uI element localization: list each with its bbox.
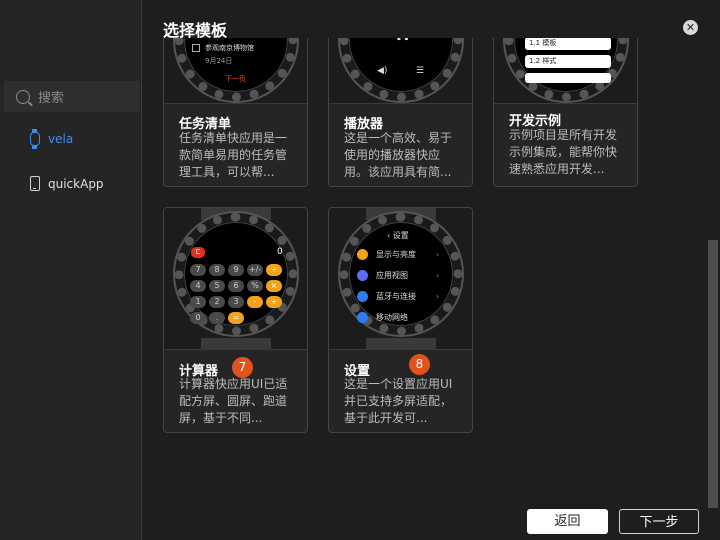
calc-key: 9	[228, 264, 244, 276]
calc-key: 1	[190, 296, 206, 308]
pause-icon: ❚❚	[395, 38, 410, 41]
preview-date: 9月24日	[205, 57, 233, 65]
card-badge: 7	[232, 357, 253, 378]
phone-icon	[30, 176, 40, 191]
template-card-settings[interactable]: ‹ 设置 显示与亮度 › 应用视图 › 蓝牙与连接 › 移动网络 设置 8 这是一个设…	[328, 207, 473, 433]
template-grid: 参观南京博物馆 9月24日 下一页 任务清单 任务清单快应用是一款简单易用的任务…	[143, 38, 720, 500]
template-card-player[interactable]: ❚❚ ◀) ☰ 播放器 这是一个高效、易于使用的播放器快应用。该应用具有简...	[328, 38, 473, 187]
calc-key: ×	[266, 280, 282, 292]
scrollbar-thumb[interactable]	[708, 240, 718, 508]
watch-icon	[30, 129, 40, 149]
card-description: 任务清单快应用是一款简单易用的任务管理工具，可以帮...	[179, 131, 288, 179]
preview-row: 1.2 样式	[525, 55, 611, 68]
calc-key: +/-	[247, 264, 263, 276]
calc-clear-button: C	[191, 247, 205, 258]
calc-key: 3	[228, 296, 244, 308]
calc-key: 0	[190, 312, 206, 324]
card-description: 这是一个设置应用UI并已支持多屏适配，基于此开发可...	[344, 377, 453, 425]
sidebar-item-vela[interactable]: vela	[30, 129, 74, 149]
calc-key: 6	[228, 280, 244, 292]
sidebar-item-label: vela	[48, 132, 74, 146]
calc-display: 0	[277, 247, 283, 257]
volume-icon: ◀)	[377, 66, 388, 76]
card-preview: 1.1 模板 1.2 样式	[494, 38, 637, 104]
template-card-dev-examples[interactable]: 1.1 模板 1.2 样式 开发示例 示例项目是所有开发示例集成，能帮你快速熟悉…	[493, 38, 638, 187]
search-input[interactable]: 搜索	[4, 81, 140, 112]
template-card-calculator[interactable]: C 0 7 8 9 +/- ÷ 4 5 6% × 1 2 3- +0. = 计算器 7 计算器快应用UI已…	[163, 207, 308, 433]
card-description: 计算器快应用UI已适配方屏、圆屏、跑道屏，基于不同...	[179, 377, 288, 425]
calc-key: =	[228, 312, 244, 324]
calc-key: 8	[209, 264, 225, 276]
sidebar-item-quickapp[interactable]: quickApp	[30, 176, 104, 191]
search-icon	[16, 89, 30, 104]
template-dialog: 搜索 vela quickApp 选择模板 ✕ 参观南京博物馆 9月24日 下一…	[0, 0, 720, 540]
playlist-icon: ☰	[416, 66, 425, 76]
card-description: 示例项目是所有开发示例集成，能帮你快速熟悉应用开发...	[509, 128, 618, 176]
card-description: 这是一个高效、易于使用的播放器快应用。该应用具有简...	[344, 131, 453, 179]
calc-key: +	[266, 296, 282, 308]
dialog-title: 选择模板	[163, 21, 228, 40]
calc-key: 7	[190, 264, 206, 276]
preview-task-item: 参观南京博物馆	[205, 44, 254, 52]
settings-row: 应用视图 ›	[357, 270, 439, 281]
back-button[interactable]: 返回	[527, 509, 608, 534]
preview-header: ‹ 设置	[387, 231, 409, 240]
calc-key: 2	[209, 296, 225, 308]
template-card-task-list[interactable]: 参观南京博物馆 9月24日 下一页 任务清单 任务清单快应用是一款简单易用的任务…	[163, 38, 308, 187]
calc-key: 4	[190, 280, 206, 292]
sidebar: 搜索 vela quickApp	[0, 0, 142, 540]
settings-row: 显示与亮度 ›	[357, 249, 439, 260]
search-placeholder: 搜索	[38, 91, 65, 106]
card-preview: ❚❚ ◀) ☰	[329, 38, 472, 104]
card-badge: 8	[409, 354, 430, 375]
card-preview: C 0 7 8 9 +/- ÷ 4 5 6% × 1 2 3- +0. =	[164, 208, 307, 350]
settings-row: 移动网络	[357, 312, 408, 323]
calc-key: -	[247, 296, 263, 308]
preview-row: 1.1 模板	[525, 38, 611, 50]
next-button[interactable]: 下一步	[619, 509, 699, 534]
calc-key: ÷	[266, 264, 282, 276]
calc-key: .	[209, 312, 225, 324]
preview-next: 下一页	[225, 75, 246, 83]
sidebar-item-label: quickApp	[48, 176, 104, 191]
settings-row: 蓝牙与连接 ›	[357, 291, 439, 302]
calc-key: %	[247, 280, 263, 292]
card-preview: ‹ 设置 显示与亮度 › 应用视图 › 蓝牙与连接 › 移动网络	[329, 208, 472, 350]
calc-key: 5	[209, 280, 225, 292]
close-icon[interactable]: ✕	[683, 20, 698, 35]
card-preview: 参观南京博物馆 9月24日 下一页	[164, 38, 307, 104]
